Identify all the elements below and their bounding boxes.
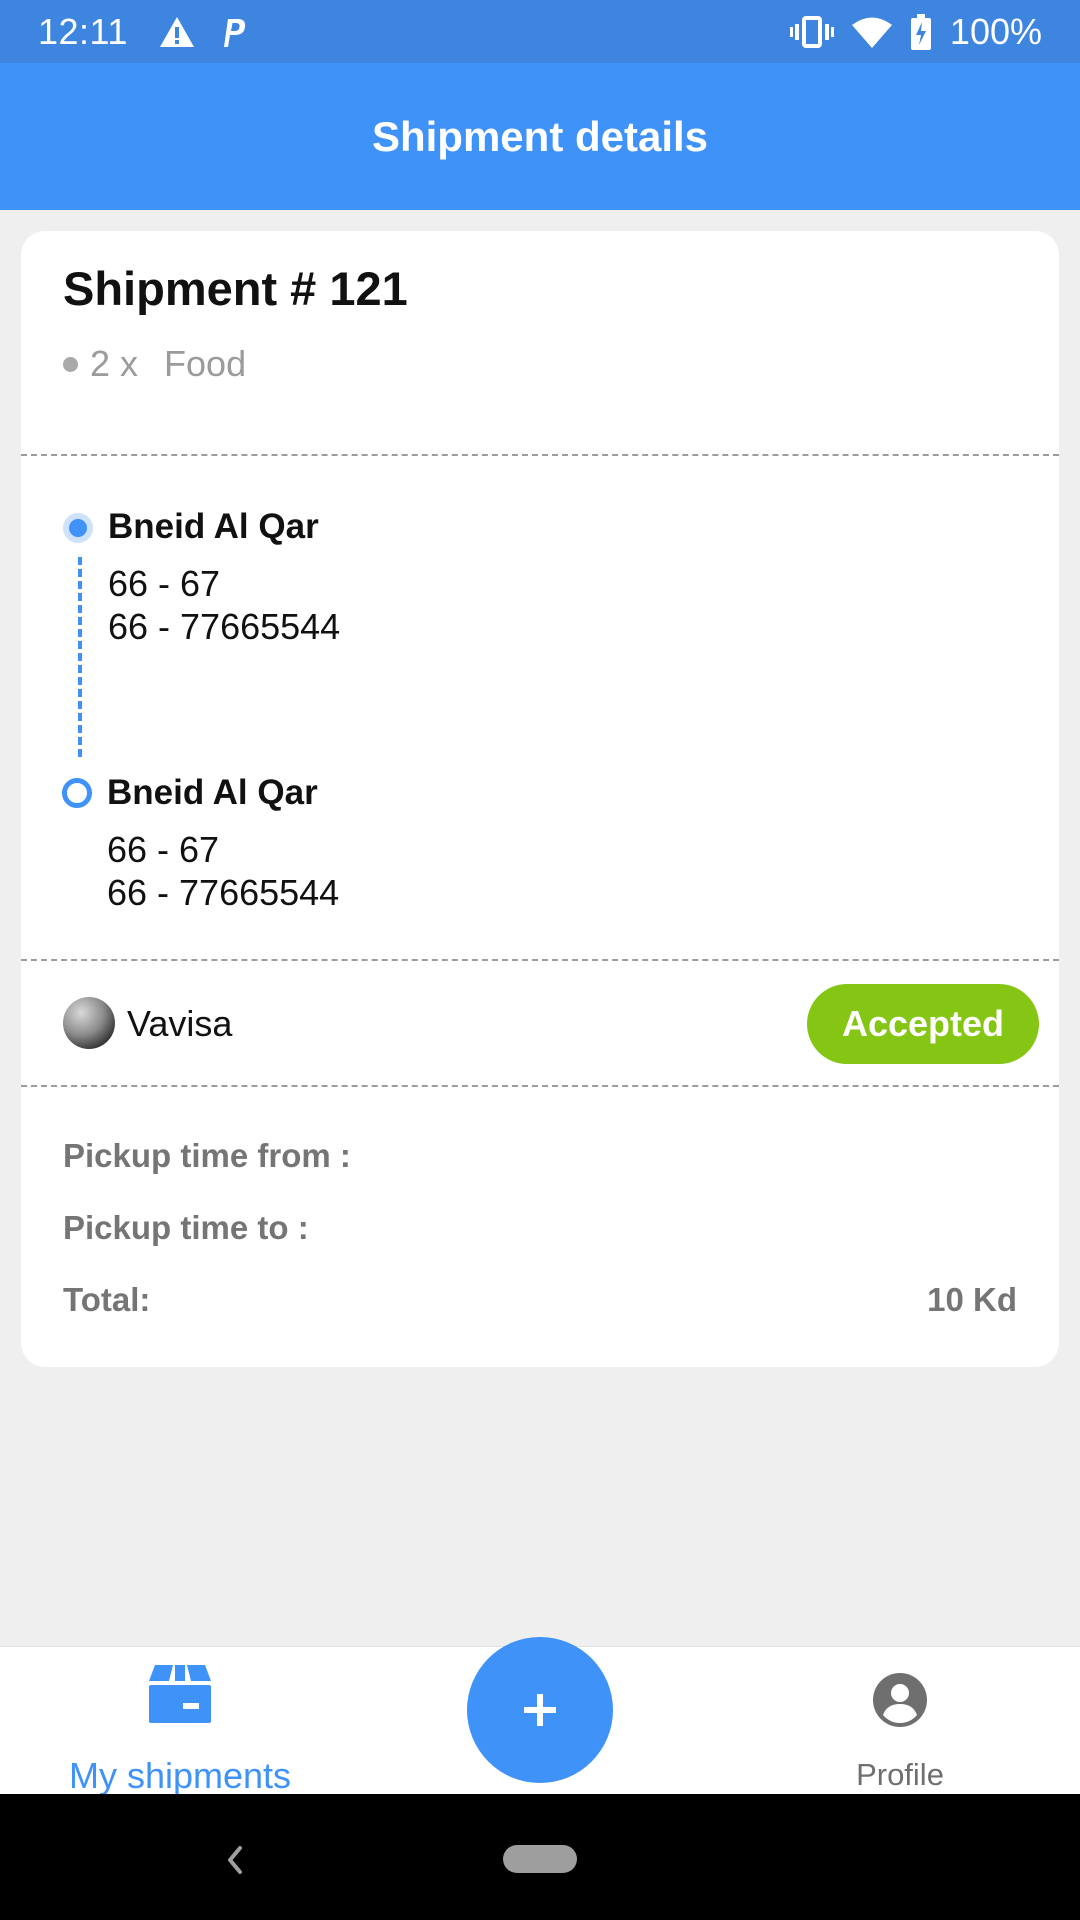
shipment-title: Shipment # 121: [63, 262, 408, 315]
page-title: Shipment details: [371, 112, 709, 160]
box-icon: [149, 1665, 211, 1723]
divider: [21, 454, 1059, 456]
dropoff-area: Bneid Al Qar: [107, 773, 318, 812]
alert-icon: [159, 16, 194, 47]
pickup-address: 66 - 67: [108, 563, 221, 604]
pickup-time-to-label: Pickup time to :: [63, 1209, 309, 1246]
status-badge: Accepted: [807, 984, 1039, 1064]
bullet-icon: [63, 356, 78, 372]
shipment-card: Shipment # 121 2 x Food Bneid Al Qar 66 …: [21, 231, 1059, 1367]
battery-charging-icon: [910, 13, 931, 50]
pickup-area: Bneid Al Qar: [108, 507, 319, 546]
nav-my-shipments[interactable]: My shipments: [50, 1647, 310, 1796]
home-button[interactable]: [503, 1845, 577, 1873]
divider: [21, 1085, 1059, 1087]
plus-icon: [524, 1694, 556, 1726]
item-name: Food: [164, 343, 247, 384]
status-time: 12:11: [38, 10, 128, 52]
account-circle-icon: [873, 1673, 927, 1727]
screen: 12:11 100% Shipment details Shipment # 1…: [0, 0, 1080, 1920]
status-bar: 12:11 100%: [0, 0, 1080, 63]
divider: [21, 959, 1059, 961]
total-label: Total:: [63, 1281, 151, 1318]
nav-profile[interactable]: Profile: [800, 1647, 1000, 1795]
driver-name: Vavisa: [127, 1003, 233, 1044]
parking-icon: [223, 18, 246, 47]
wifi-icon: [851, 17, 892, 48]
pickup-marker-icon: [63, 513, 93, 543]
nav-label-profile: Profile: [856, 1757, 944, 1792]
app-bar: Shipment details: [0, 63, 1080, 210]
nav-label-my-shipments: My shipments: [68, 1755, 292, 1796]
battery-percent: 100%: [949, 10, 1042, 52]
item-quantity: 2 x: [90, 343, 139, 384]
pickup-phone: 66 - 77665544: [108, 606, 341, 647]
shipment-item: 2 x Food: [63, 343, 246, 385]
driver-avatar[interactable]: [63, 997, 115, 1049]
add-shipment-button[interactable]: [467, 1637, 613, 1783]
status-notification-icons: [158, 15, 248, 49]
pickup-time-from-label: Pickup time from :: [63, 1137, 351, 1174]
dropoff-phone: 66 - 77665544: [107, 872, 340, 913]
route-line: [78, 557, 82, 757]
dropoff-marker-icon: [62, 778, 92, 808]
total-value: 10 Kd: [927, 1281, 1017, 1318]
back-icon[interactable]: [220, 1840, 250, 1880]
dropoff-address: 66 - 67: [107, 829, 220, 870]
vibrate-icon: [789, 15, 834, 48]
status-system-icons: 100%: [789, 10, 1042, 53]
